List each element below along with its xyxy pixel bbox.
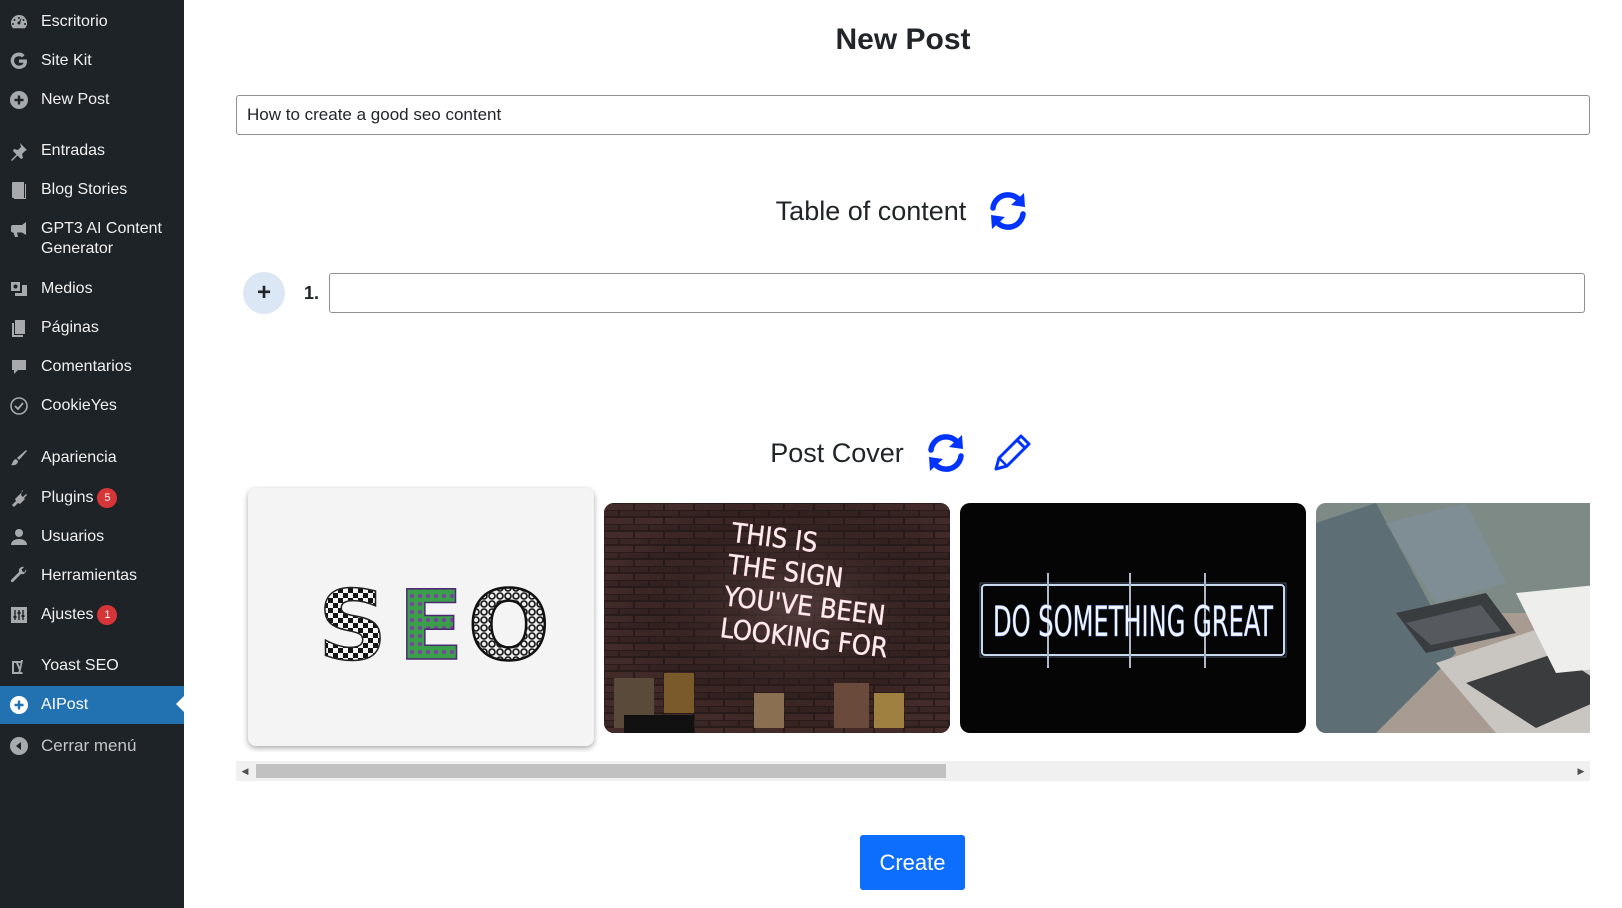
sidebar-item-escritorio[interactable]: Escritorio bbox=[0, 12, 184, 32]
sidebar-item-label: New Post bbox=[41, 91, 110, 108]
create-button[interactable]: Create bbox=[860, 835, 965, 890]
cover-neon-sign-image: THIS IS THE SIGN YOU'VE BEEN LOOKING FOR bbox=[604, 503, 950, 733]
toc-item-number: 1. bbox=[304, 283, 320, 303]
sidebar-item-label: Ajustes 1 bbox=[41, 605, 171, 625]
sidebar-item-plugins[interactable]: Plugins 5 bbox=[0, 488, 184, 508]
sidebar-item-label: Plugins 5 bbox=[41, 488, 171, 508]
collapse-menu-button[interactable]: Cerrar menú bbox=[0, 736, 184, 756]
google-g-icon bbox=[9, 51, 29, 71]
sidebar-item-label: Herramientas bbox=[41, 567, 138, 584]
user-icon bbox=[9, 527, 29, 547]
media-icon bbox=[9, 279, 29, 299]
sidebar-item-yoast-seo[interactable]: Yoast SEO bbox=[0, 656, 184, 676]
plus-circle-icon bbox=[9, 695, 29, 715]
refresh-toc-icon[interactable] bbox=[986, 189, 1030, 233]
plugin-icon bbox=[9, 488, 29, 508]
svg-text:S: S bbox=[318, 570, 387, 682]
sidebar-item-label: Medios bbox=[41, 280, 93, 297]
post-cover-header: Post Cover bbox=[184, 428, 1622, 478]
add-toc-item-button[interactable]: + bbox=[243, 272, 285, 314]
sidebar-item-label: Apariencia bbox=[41, 449, 117, 466]
refresh-cover-icon[interactable] bbox=[924, 431, 968, 475]
plus-circle-icon bbox=[9, 90, 29, 110]
sidebar-item-label: AIPost bbox=[41, 696, 89, 713]
edit-cover-pencil-icon[interactable] bbox=[988, 429, 1036, 477]
comment-icon bbox=[9, 357, 29, 377]
scroll-left-arrow-icon[interactable]: ◀ bbox=[238, 761, 252, 781]
toc-header: Table of content bbox=[184, 189, 1622, 233]
pin-icon bbox=[9, 141, 29, 161]
collapse-icon bbox=[9, 736, 29, 756]
page-icon bbox=[9, 318, 29, 338]
cover-option-seo[interactable]: S E O bbox=[248, 488, 594, 746]
page-title: New Post bbox=[835, 23, 971, 56]
sidebar-item-comentarios[interactable]: Comentarios bbox=[0, 357, 184, 377]
dashboard-icon bbox=[9, 12, 29, 32]
cover-option-neon-great[interactable]: DO SOMETHING GREAT bbox=[960, 503, 1306, 733]
cover-seo-image: S E O bbox=[317, 569, 551, 684]
sidebar-item-label: Usuarios bbox=[41, 528, 105, 545]
svg-text:O: O bbox=[468, 570, 550, 682]
sidebar-item-label: GPT3 AI Content Generator bbox=[41, 220, 162, 257]
sidebar-item-usuarios[interactable]: Usuarios bbox=[0, 527, 184, 547]
megaphone-icon bbox=[9, 219, 29, 239]
scrollbar-thumb[interactable] bbox=[256, 764, 946, 778]
sidebar-item-paginas[interactable]: Páginas bbox=[0, 318, 184, 338]
sidebar-item-gpt3-ai-content-generator[interactable]: GPT3 AI Content Generator bbox=[0, 219, 184, 259]
settings-icon bbox=[9, 605, 29, 625]
sidebar-item-herramientas[interactable]: Herramientas bbox=[0, 566, 184, 586]
sidebar-item-ajustes[interactable]: Ajustes 1 bbox=[0, 605, 184, 625]
post-cover-heading: Post Cover bbox=[770, 437, 904, 468]
cover-option-neon-sign[interactable]: THIS IS THE SIGN YOU'VE BEEN LOOKING FOR bbox=[604, 503, 950, 733]
sidebar-item-blog-stories[interactable]: Blog Stories bbox=[0, 180, 184, 200]
sidebar-item-label: Escritorio bbox=[41, 13, 108, 30]
post-title-input[interactable] bbox=[236, 95, 1590, 135]
cover-carousel: S E O THIS IS THE SIGN YOU'VE BEEN LOOKI… bbox=[236, 486, 1590, 752]
sidebar-item-apariencia[interactable]: Apariencia bbox=[0, 448, 184, 468]
sidebar-item-medios[interactable]: Medios bbox=[0, 279, 184, 299]
sidebar-item-label: Site Kit bbox=[41, 52, 92, 69]
sidebar-item-aipost[interactable]: AIPost bbox=[0, 686, 184, 724]
sidebar-item-site-kit[interactable]: Site Kit bbox=[0, 51, 184, 71]
svg-text:E: E bbox=[398, 570, 464, 682]
cover-carousel-scrollbar[interactable]: ◀ ▶ bbox=[236, 761, 1590, 781]
admin-sidebar: Escritorio Site Kit New Post Entradas Bl… bbox=[0, 0, 184, 908]
sidebar-item-cookieyes[interactable]: CookieYes bbox=[0, 396, 184, 416]
book-icon bbox=[9, 180, 29, 200]
sidebar-item-label: Blog Stories bbox=[41, 181, 128, 198]
toc-item-input[interactable] bbox=[329, 273, 1585, 313]
sidebar-item-label: Yoast SEO bbox=[41, 657, 119, 674]
yoast-icon bbox=[9, 656, 29, 676]
sidebar-item-label: Cerrar menú bbox=[41, 736, 137, 755]
cover-laptop-desk-image bbox=[1316, 503, 1590, 733]
sidebar-item-label: CookieYes bbox=[41, 397, 117, 414]
ajustes-update-badge: 1 bbox=[97, 605, 118, 625]
sidebar-item-label: Comentarios bbox=[41, 358, 132, 375]
sidebar-item-label: Entradas bbox=[41, 142, 106, 159]
plugins-update-badge: 5 bbox=[97, 488, 118, 508]
scroll-right-arrow-icon[interactable]: ▶ bbox=[1574, 761, 1588, 781]
sidebar-item-new-post[interactable]: New Post bbox=[0, 90, 184, 110]
wrench-icon bbox=[9, 566, 29, 586]
cover-option-laptop-desk[interactable] bbox=[1316, 503, 1590, 733]
toc-heading: Table of content bbox=[775, 195, 967, 226]
brush-icon bbox=[9, 448, 29, 468]
cover-neon-great-image: DO SOMETHING GREAT bbox=[979, 573, 1287, 668]
sidebar-item-entradas[interactable]: Entradas bbox=[0, 141, 184, 161]
sidebar-item-label: Páginas bbox=[41, 319, 99, 336]
cookie-icon bbox=[9, 396, 29, 416]
svg-text:DO SOMETHING GREAT: DO SOMETHING GREAT bbox=[993, 597, 1274, 646]
